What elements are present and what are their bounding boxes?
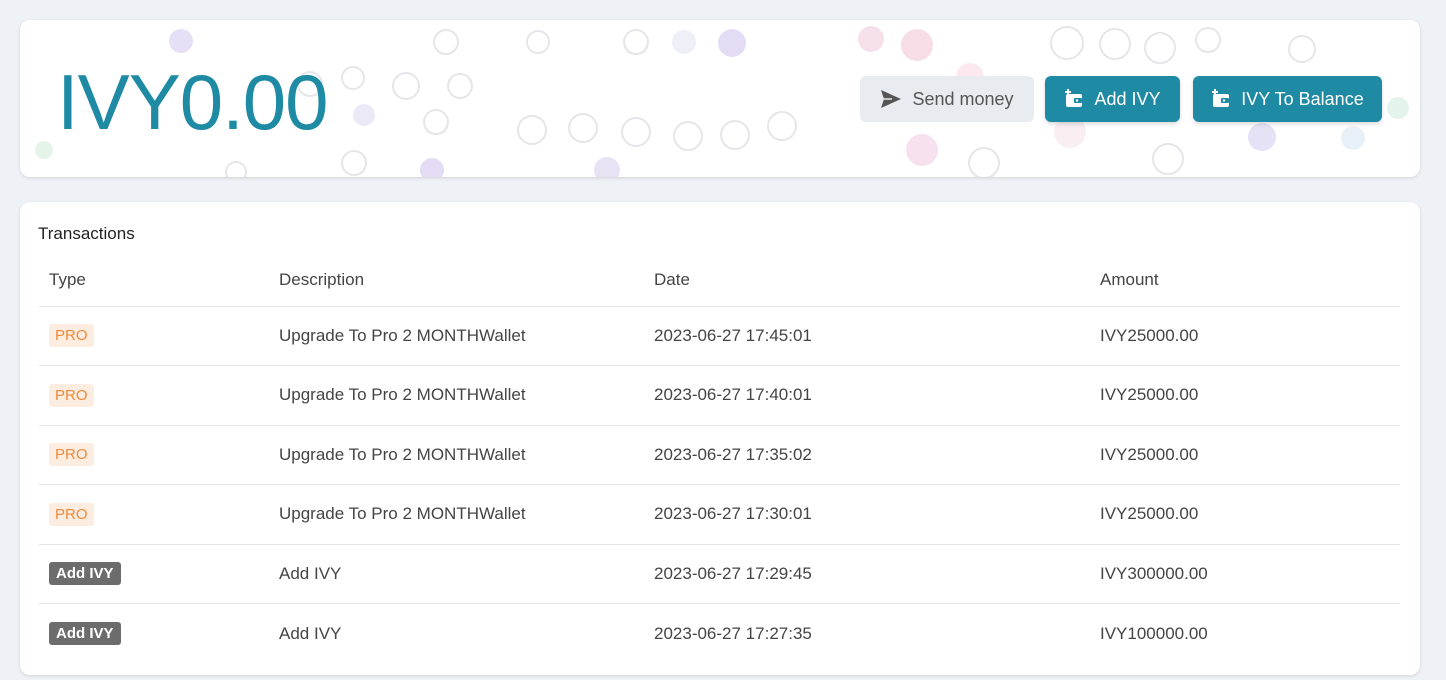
table-row: PRO Upgrade To Pro 2 MONTHWallet 2023-06…: [39, 425, 1400, 485]
description-cell: Upgrade To Pro 2 MONTHWallet: [269, 484, 644, 545]
transactions-table: Type Description Date Amount PRO Upgrade…: [39, 254, 1400, 663]
amount-cell: IVY25000.00: [1090, 306, 1400, 366]
date-cell: 2023-06-27 17:45:01: [644, 306, 1090, 366]
type-badge: PRO: [49, 443, 94, 467]
description-cell: Upgrade To Pro 2 MONTHWallet: [269, 306, 644, 366]
date-cell: 2023-06-27 17:27:35: [654, 623, 812, 643]
wallet-add-icon: [1211, 89, 1231, 109]
send-money-button[interactable]: Send money: [860, 76, 1034, 122]
amount-cell: IVY300000.00: [1090, 544, 1400, 604]
column-header-date: Date: [644, 254, 1090, 307]
amount-cell: IVY25000.00: [1090, 484, 1400, 545]
column-header-type: Type: [39, 254, 269, 307]
date-cell: 2023-06-27 17:35:02: [644, 425, 1090, 485]
type-badge: PRO: [49, 324, 94, 348]
transactions-card: Transactions Type Description Date Amoun…: [20, 202, 1420, 675]
table-row: Add IVY Add IVY 2023-06-27 17:27:35 IVY1…: [39, 604, 1400, 664]
table-row: PRO Upgrade To Pro 2 MONTHWallet 2023-06…: [39, 306, 1400, 366]
wallet-add-icon: [1064, 89, 1084, 109]
column-header-amount: Amount: [1090, 254, 1400, 307]
amount-cell: IVY25000.00: [1090, 425, 1400, 485]
description-cell: Add IVY: [269, 544, 644, 604]
send-icon: [880, 89, 902, 109]
table-row: PRO Upgrade To Pro 2 MONTHWallet 2023-06…: [39, 484, 1400, 545]
type-badge: Add IVY: [49, 622, 121, 645]
column-header-description: Description: [269, 254, 644, 307]
amount-cell: IVY100000.00: [1100, 623, 1208, 643]
table-header-row: Type Description Date Amount: [39, 254, 1400, 307]
description-cell: Upgrade To Pro 2 MONTHWallet: [269, 365, 644, 426]
transactions-title: Transactions: [38, 224, 135, 243]
send-money-label: Send money: [912, 88, 1014, 109]
description-cell: Add IVY: [279, 623, 342, 643]
date-cell: 2023-06-27 17:40:01: [644, 365, 1090, 426]
add-ivy-label: Add IVY: [1094, 88, 1161, 109]
description-cell: Upgrade To Pro 2 MONTHWallet: [269, 425, 644, 485]
add-ivy-button[interactable]: Add IVY: [1045, 76, 1180, 122]
date-cell: 2023-06-27 17:30:01: [644, 484, 1090, 545]
type-badge: Add IVY: [49, 562, 121, 586]
date-cell: 2023-06-27 17:29:45: [644, 544, 1090, 604]
balance-card: IVY0.00 Send money Add IVY IVY To Balanc…: [20, 20, 1420, 177]
ivy-to-balance-button[interactable]: IVY To Balance: [1193, 76, 1382, 122]
ivy-to-balance-label: IVY To Balance: [1241, 88, 1364, 109]
type-badge: PRO: [49, 502, 94, 526]
table-row: Add IVY Add IVY 2023-06-27 17:29:45 IVY3…: [39, 544, 1400, 604]
type-badge: PRO: [49, 383, 94, 407]
table-row: PRO Upgrade To Pro 2 MONTHWallet 2023-06…: [39, 365, 1400, 426]
amount-cell: IVY25000.00: [1090, 365, 1400, 426]
balance-amount: IVY0.00: [57, 58, 329, 146]
